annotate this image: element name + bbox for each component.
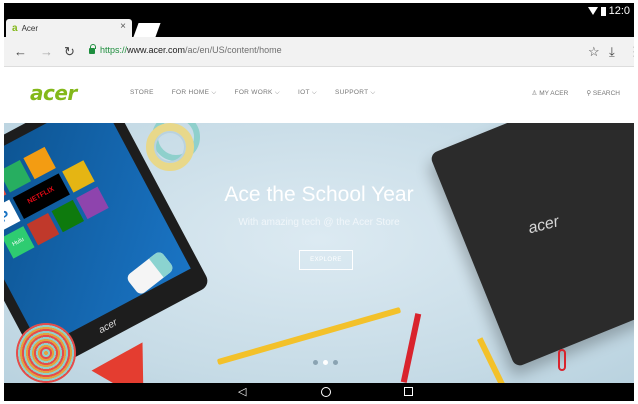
site-header: acer STORE FOR HOME ⌵ FOR WORK ⌵ IOT ⌵ S… <box>4 67 634 123</box>
close-tab-icon[interactable]: × <box>120 21 126 32</box>
my-acer-link[interactable]: ♙ MY ACER <box>532 89 569 97</box>
menu-item-support[interactable]: SUPPORT ⌵ <box>335 89 376 97</box>
url-host: www.acer.com <box>127 45 186 55</box>
app-tile <box>23 146 56 180</box>
forward-arrow-icon[interactable]: → <box>40 44 53 59</box>
status-bar: 12:0 <box>587 4 630 18</box>
explore-button[interactable]: EXPLORE <box>299 250 353 270</box>
paper-clip-image <box>558 349 566 371</box>
menu-item-for-home[interactable]: FOR HOME ⌵ <box>172 89 217 97</box>
reload-icon[interactable]: ↻ <box>64 44 75 60</box>
account-menu: ♙ MY ACER ⚲ SEARCH <box>532 89 620 97</box>
search-link[interactable]: ⚲ SEARCH <box>586 89 620 97</box>
wifi-icon <box>587 7 598 15</box>
device-frame: 12:0 a Acer × ← → ↻ https://www.acer.com… <box>0 0 638 404</box>
browser-toolbar: ← → ↻ https://www.acer.com/ac/en/US/cont… <box>4 37 634 67</box>
acer-logo[interactable]: acer <box>30 81 77 105</box>
browser-tab[interactable]: a Acer × <box>6 19 132 37</box>
screen: 12:0 a Acer × ← → ↻ https://www.acer.com… <box>4 3 634 401</box>
hero-banner[interactable]: P NETFLIX Hulu acer acer Ace the School … <box>4 123 634 383</box>
battery-icon <box>600 6 606 16</box>
carousel-dot-active[interactable] <box>323 360 328 365</box>
acer-favicon-icon: a <box>12 22 18 34</box>
carousel-indicator <box>313 360 338 365</box>
search-icon: ⚲ <box>586 90 593 97</box>
star-icon[interactable]: ☆ <box>588 44 600 60</box>
search-label: SEARCH <box>592 90 620 97</box>
menu-item-store[interactable]: STORE <box>130 89 154 97</box>
clock: 12:0 <box>608 5 630 17</box>
carousel-dot[interactable] <box>313 360 318 365</box>
android-nav-bar: ◁ <box>4 383 634 401</box>
download-icon[interactable]: ⤓ <box>609 44 615 60</box>
hero-title: Ace the School Year <box>224 183 414 206</box>
hero-subtitle: With amazing tech @ the Acer Store <box>238 217 400 228</box>
menu-item-iot[interactable]: IOT ⌵ <box>298 89 317 97</box>
recents-nav-icon[interactable] <box>404 387 413 396</box>
my-acer-label: MY ACER <box>539 90 569 97</box>
lock-icon <box>89 44 96 54</box>
main-menu: STORE FOR HOME ⌵ FOR WORK ⌵ IOT ⌵ SUPPOR… <box>130 89 376 97</box>
carousel-dot[interactable] <box>333 360 338 365</box>
tab-title: Acer <box>21 23 39 33</box>
url-path: /ac/en/US/content/home <box>185 45 282 55</box>
menu-icon[interactable]: ⋮ <box>628 44 634 60</box>
url-field[interactable]: https://www.acer.com/ac/en/US/content/ho… <box>100 45 282 55</box>
tape-roll-image <box>146 123 194 171</box>
back-nav-icon[interactable]: ◁ <box>238 385 246 398</box>
status-tab-bar: 12:0 a Acer × <box>4 3 634 37</box>
url-scheme: https:// <box>100 45 128 55</box>
new-tab-button[interactable] <box>133 23 161 37</box>
home-nav-icon[interactable] <box>321 387 331 397</box>
rubber-band-ball-image <box>16 323 76 383</box>
menu-item-for-work[interactable]: FOR WORK ⌵ <box>235 89 280 97</box>
back-arrow-icon[interactable]: ← <box>14 44 27 59</box>
